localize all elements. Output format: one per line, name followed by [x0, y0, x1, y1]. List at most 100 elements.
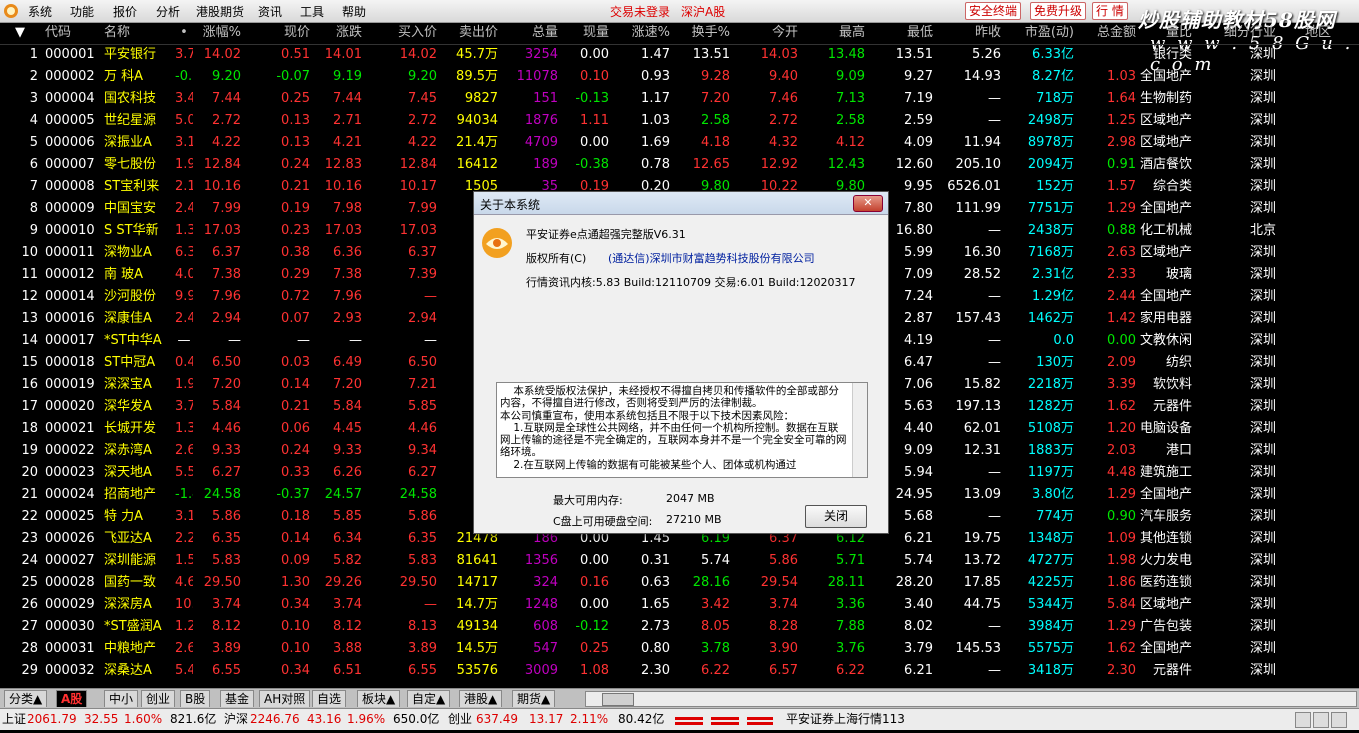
column-header[interactable]: 量比 [1140, 22, 1192, 44]
company-name[interactable]: (通达信)深圳市财富趋势科技股份有限公司 [608, 250, 815, 266]
column-header[interactable]: 今开 [735, 22, 798, 44]
tab-8[interactable]: 板块▲ [357, 690, 401, 707]
menu-hk-futures[interactable]: 港股期货 [196, 3, 244, 20]
dialog-close-icon[interactable]: ✕ [853, 195, 883, 212]
ask: 6.37 [408, 245, 437, 260]
open: 13.51 [692, 47, 730, 62]
industry: 广告包装 [1140, 619, 1192, 634]
change: 0.06 [281, 421, 310, 436]
column-header[interactable]: 市盈(动) [1002, 22, 1074, 44]
stock-code: 000018 [45, 355, 95, 370]
quote-button[interactable]: 行 情 [1092, 2, 1128, 20]
column-header[interactable]: 总量 [502, 22, 558, 44]
ask: 6.55 [408, 663, 437, 678]
column-header[interactable]: 现量 [562, 22, 609, 44]
horizontal-scrollbar[interactable] [585, 691, 1357, 707]
tab-11[interactable]: 期货▲ [512, 690, 556, 707]
close-button[interactable]: 关闭 [805, 505, 867, 528]
table-row[interactable]: 28 000031 中粮地产 2.64 3.89 0.10 3.88 3.89 14.5万 547… [0, 638, 1359, 660]
table-row[interactable]: 26 000029 深深房A 10.00 3.74 0.34 3.74 — 14.7万 1248 0… [0, 594, 1359, 616]
tab-0[interactable]: 分类▲ [4, 690, 48, 707]
sz-index[interactable]: 2246.76 [250, 709, 300, 729]
tab-6[interactable]: AH对照 [259, 690, 311, 707]
table-row[interactable]: 5 000006 深振业A 3.18 4.22 0.13 4.21 4.22 21.4万 4709… [0, 132, 1359, 154]
sort-arrow-icon[interactable]: ▼ [10, 22, 30, 44]
market-status[interactable]: 深沪A股 [681, 3, 725, 20]
cy-label: 创业 [448, 712, 473, 726]
column-header[interactable]: 昨收 [936, 22, 1001, 44]
menu-analysis[interactable]: 分析 [156, 3, 180, 20]
table-row[interactable]: 27 000030 *ST盛润A 1.25 8.12 0.10 8.12 8.13 49134 6… [0, 616, 1359, 638]
sz-label: 沪深 [224, 712, 249, 726]
column-header[interactable]: • [175, 22, 193, 44]
column-header[interactable]: 最高 [800, 22, 865, 44]
scrollbar-thumb[interactable] [602, 693, 634, 706]
column-header[interactable]: 名称 [104, 22, 174, 44]
ask: 4.22 [408, 135, 437, 150]
menu-tools[interactable]: 工具 [300, 3, 324, 20]
trade-login-status[interactable]: 交易未登录 [610, 3, 670, 20]
tab-9[interactable]: 自定▲ [407, 690, 451, 707]
column-header[interactable]: 买入价 [367, 22, 437, 44]
column-header[interactable]: 细分行业 [1192, 22, 1276, 44]
sh-index[interactable]: 2061.79 [27, 709, 77, 729]
column-header[interactable]: 涨幅% [193, 22, 241, 44]
pe-ratio: 28.52 [963, 267, 1001, 282]
column-header[interactable]: 总金额 [1078, 22, 1136, 44]
column-header[interactable]: 卖出价 [440, 22, 498, 44]
table-row[interactable]: 25 000028 国药一致 4.61 29.50 1.30 29.26 29.50 14717… [0, 572, 1359, 594]
stock-code: 000007 [45, 157, 95, 172]
cy-index[interactable]: 637.49 [476, 709, 518, 729]
price: 7.20 [212, 377, 241, 392]
column-header[interactable]: 现价 [245, 22, 310, 44]
menu-help[interactable]: 帮助 [342, 3, 366, 20]
bottom-tab-bar: 分类▲ A股 中小 创业 B股 基金 AH对照 自选 板块▲ 自定▲ 港股▲ 期货▲ [0, 688, 1359, 708]
table-row[interactable]: 1 000001 平安银行 3.77 14.02 0.51 14.01 14.02 45.7万 3… [0, 44, 1359, 66]
menu-info[interactable]: 资讯 [258, 3, 282, 20]
window-min-icon[interactable] [1295, 712, 1311, 728]
tab-5[interactable]: 基金 [220, 690, 255, 707]
menu-function[interactable]: 功能 [70, 3, 94, 20]
high: 14.03 [760, 47, 798, 62]
tab-1[interactable]: A股 [56, 690, 88, 707]
pe-ratio: 145.53 [955, 641, 1002, 656]
menu-quote[interactable]: 报价 [113, 3, 137, 20]
column-header[interactable]: 涨跌 [312, 22, 362, 44]
secure-terminal-button[interactable]: 安全终端 [965, 2, 1022, 20]
license-scrollbar[interactable] [852, 383, 867, 477]
table-row[interactable]: 6 000007 零七股份 1.90 12.84 0.24 12.83 12.84 16412 1… [0, 154, 1359, 176]
column-header[interactable]: 最低 [868, 22, 933, 44]
stock-name: S ST华新 [104, 223, 159, 238]
speed-pct: 0.00 [580, 135, 609, 150]
tab-7[interactable]: 自选 [312, 690, 347, 707]
window-max-icon[interactable] [1313, 712, 1329, 728]
free-upgrade-button[interactable]: 免费升级 [1030, 2, 1087, 20]
window-close-icon[interactable] [1331, 712, 1347, 728]
table-row[interactable]: 3 000004 国农科技 3.48 7.44 0.25 7.44 7.45 9827 151 -0… [0, 88, 1359, 110]
ask: 5.85 [408, 399, 437, 414]
table-row[interactable]: 29 000032 深桑达A 5.48 6.55 0.34 6.51 6.55 53576 300… [0, 660, 1359, 682]
column-header[interactable]: 地区 [1283, 22, 1331, 44]
price: 29.50 [203, 575, 241, 590]
high: 3.90 [769, 641, 798, 656]
column-header[interactable]: 涨速% [612, 22, 670, 44]
row-index: 27 [21, 619, 38, 634]
column-header[interactable]: 代码 [45, 22, 103, 44]
change-pct: 3.48 [175, 91, 193, 106]
table-row[interactable]: 24 000027 深圳能源 1.57 5.83 0.09 5.82 5.83 81641 135… [0, 550, 1359, 572]
dialog-titlebar[interactable]: 关于本系统 ✕ [474, 192, 888, 215]
change-pct: 3.18 [175, 135, 193, 150]
license-textbox[interactable]: 本系统受版权法保护，未经授权不得擅自拷贝和传播软件的全部或部分内容，不得擅自进行… [496, 382, 868, 478]
industry: 生物制药 [1140, 91, 1192, 106]
table-row[interactable]: 2 000002 万 科A -0.76 9.20 -0.07 9.19 9.20 89.5万 11… [0, 66, 1359, 88]
turnover-pct: 0.63 [641, 575, 670, 590]
open: 2.58 [701, 113, 730, 128]
tab-4[interactable]: B股 [180, 690, 211, 707]
tab-2[interactable]: 中小 [104, 690, 139, 707]
menu-system[interactable]: 系统 [28, 3, 52, 20]
industry: 区域地产 [1140, 135, 1192, 150]
tab-10[interactable]: 港股▲ [459, 690, 503, 707]
column-header[interactable]: 换手% [670, 22, 730, 44]
tab-3[interactable]: 创业 [141, 690, 176, 707]
table-row[interactable]: 4 000005 世纪星源 5.02 2.72 0.13 2.71 2.72 94034 1876… [0, 110, 1359, 132]
